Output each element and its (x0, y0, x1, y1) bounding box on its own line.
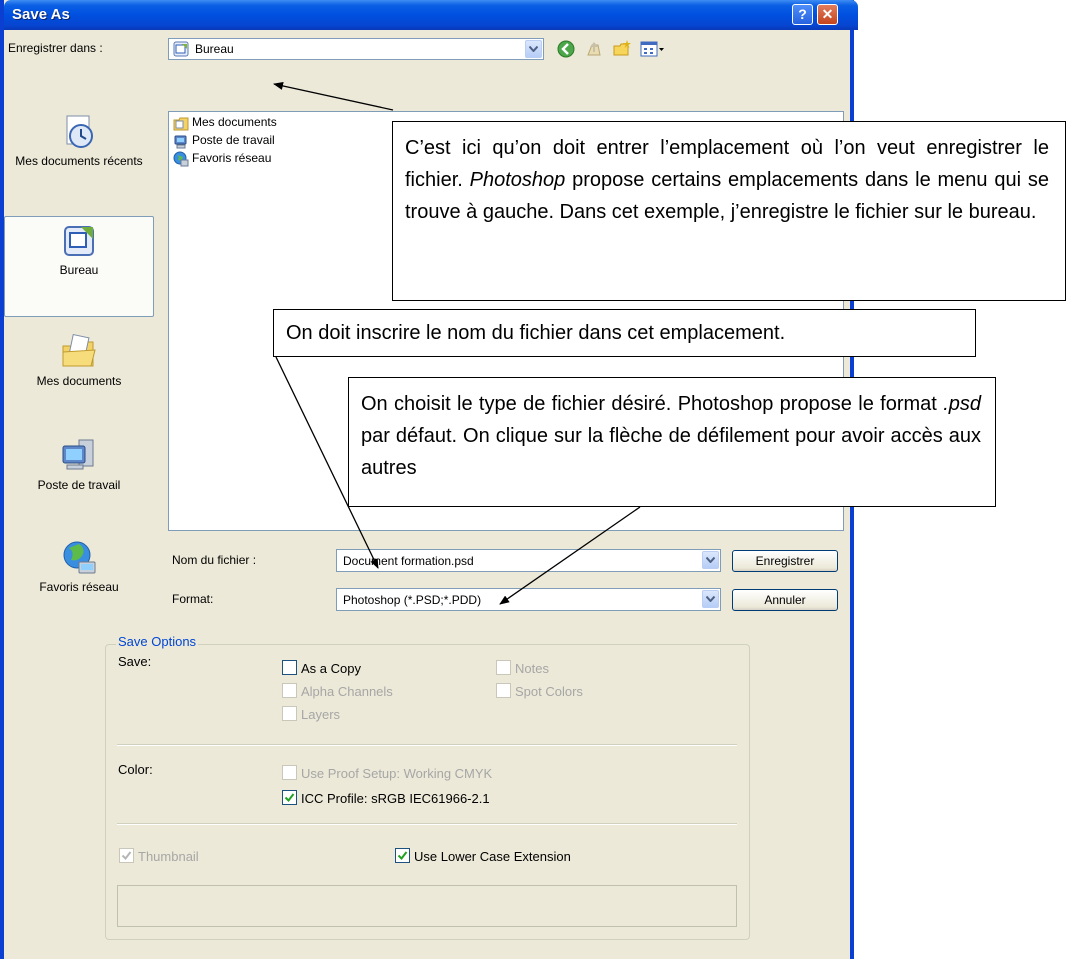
desktop-icon (173, 41, 189, 57)
callout-emphasis: Photoshop (469, 169, 566, 191)
places-bar: Mes documents récents Bureau Mes documen… (4, 72, 159, 616)
callout-location: C’est ici qu’on doit entrer l’emplacemen… (392, 121, 1066, 301)
save-in-value: Bureau (195, 42, 234, 56)
filename-value: Document formation.psd (343, 554, 474, 568)
notes-label: Notes (515, 661, 549, 676)
checkbox-box (282, 765, 297, 780)
checkbox-box (282, 706, 297, 721)
views-menu-icon[interactable] (640, 39, 666, 59)
recent-documents-icon (66, 115, 93, 148)
notes-checkbox: Notes (496, 660, 549, 676)
as-copy-checkbox[interactable]: As a Copy (282, 660, 361, 676)
help-button[interactable]: ? (792, 4, 813, 25)
filename-label: Nom du fichier : (172, 553, 257, 567)
callout-text: On choisit le type de fichier désiré. Ph… (361, 393, 944, 415)
checkbox-box (119, 848, 134, 863)
thumbnail-label: Thumbnail (138, 849, 199, 864)
back-icon[interactable] (556, 39, 576, 59)
new-folder-icon[interactable] (612, 39, 632, 59)
divider (117, 744, 737, 746)
desktop-icon (64, 226, 94, 256)
my-computer-icon (62, 439, 94, 470)
alpha-channels-checkbox: Alpha Channels (282, 683, 393, 699)
place-label: Mes documents récents (15, 154, 143, 168)
my-documents-icon (62, 333, 96, 367)
my-computer-icon (174, 135, 187, 149)
file-name: Mes documents (192, 115, 277, 129)
spot-colors-label: Spot Colors (515, 684, 583, 699)
checkbox-box (496, 660, 511, 675)
save-in-label: Enregistrer dans : (8, 41, 103, 55)
place-my-documents[interactable]: Mes documents (4, 332, 154, 388)
callout-emphasis: .psd (943, 393, 981, 415)
icc-profile-label: ICC Profile: sRGB IEC61966-2.1 (301, 791, 490, 806)
as-copy-label: As a Copy (301, 661, 361, 676)
checkmark-icon (121, 851, 132, 861)
color-section-label: Color: (118, 762, 153, 777)
description-box (117, 885, 737, 927)
close-button[interactable]: ✕ (817, 4, 838, 25)
my-documents-icon (173, 117, 189, 131)
chevron-down-icon[interactable] (525, 40, 542, 58)
filename-input[interactable]: Document formation.psd (336, 549, 721, 572)
place-label: Mes documents (36, 374, 122, 388)
save-button[interactable]: Enregistrer (732, 550, 838, 572)
place-label: Bureau (59, 263, 99, 277)
window-title: Save As (12, 6, 70, 23)
save-section-label: Save: (118, 654, 152, 669)
thumbnail-checkbox: Thumbnail (119, 848, 199, 864)
format-value: Photoshop (*.PSD;*.PDD) (343, 593, 482, 607)
save-in-dropdown[interactable]: Bureau (168, 38, 544, 60)
place-network[interactable]: Favoris réseau (4, 538, 154, 594)
list-item[interactable]: Favoris réseau (173, 149, 271, 167)
cancel-button[interactable]: Annuler (732, 589, 838, 611)
up-folder-icon[interactable] (584, 39, 604, 59)
layers-checkbox: Layers (282, 706, 340, 722)
lower-case-extension-checkbox[interactable]: Use Lower Case Extension (395, 848, 571, 864)
save-options-title: Save Options (116, 634, 199, 649)
list-item[interactable]: Mes documents (173, 113, 277, 131)
layers-label: Layers (301, 707, 341, 722)
alpha-channels-label: Alpha Channels (301, 684, 393, 699)
callout-format: On choisit le type de fichier désiré. Ph… (348, 377, 996, 507)
checkbox-box[interactable] (395, 848, 410, 863)
file-name: Poste de travail (192, 133, 275, 147)
title-bar[interactable]: Save As ? ✕ (4, 0, 858, 30)
list-item[interactable]: Poste de travail (173, 131, 275, 149)
lower-case-extension-label: Use Lower Case Extension (414, 849, 571, 864)
file-name: Favoris réseau (192, 151, 272, 165)
checkbox-box (496, 683, 511, 698)
network-places-icon (173, 151, 189, 167)
place-label: Favoris réseau (39, 580, 119, 594)
checkbox-box[interactable] (282, 660, 297, 675)
checkmark-icon (397, 851, 408, 861)
place-recent-documents[interactable]: Mes documents récents (4, 112, 154, 168)
checkbox-box (282, 683, 297, 698)
place-label: Poste de travail (37, 478, 121, 492)
checkbox-box[interactable] (282, 790, 297, 805)
callout-text: par défaut. On clique sur la flèche de d… (361, 425, 981, 479)
place-my-computer[interactable]: Poste de travail (4, 436, 154, 492)
spot-colors-checkbox: Spot Colors (496, 683, 583, 699)
checkmark-icon (284, 793, 295, 803)
place-desktop[interactable]: Bureau (4, 216, 154, 317)
chevron-down-icon[interactable] (702, 551, 719, 569)
divider (117, 823, 737, 825)
chevron-down-icon[interactable] (702, 590, 719, 608)
use-proof-setup-checkbox: Use Proof Setup: Working CMYK (282, 765, 492, 781)
format-label: Format: (172, 592, 214, 606)
icc-profile-checkbox[interactable]: ICC Profile: sRGB IEC61966-2.1 (282, 790, 490, 806)
use-proof-setup-label: Use Proof Setup: Working CMYK (301, 766, 493, 781)
network-places-icon (63, 541, 96, 574)
callout-filename: On doit inscrire le nom du fichier dans … (273, 309, 976, 357)
format-select[interactable]: Photoshop (*.PSD;*.PDD) (336, 588, 721, 611)
